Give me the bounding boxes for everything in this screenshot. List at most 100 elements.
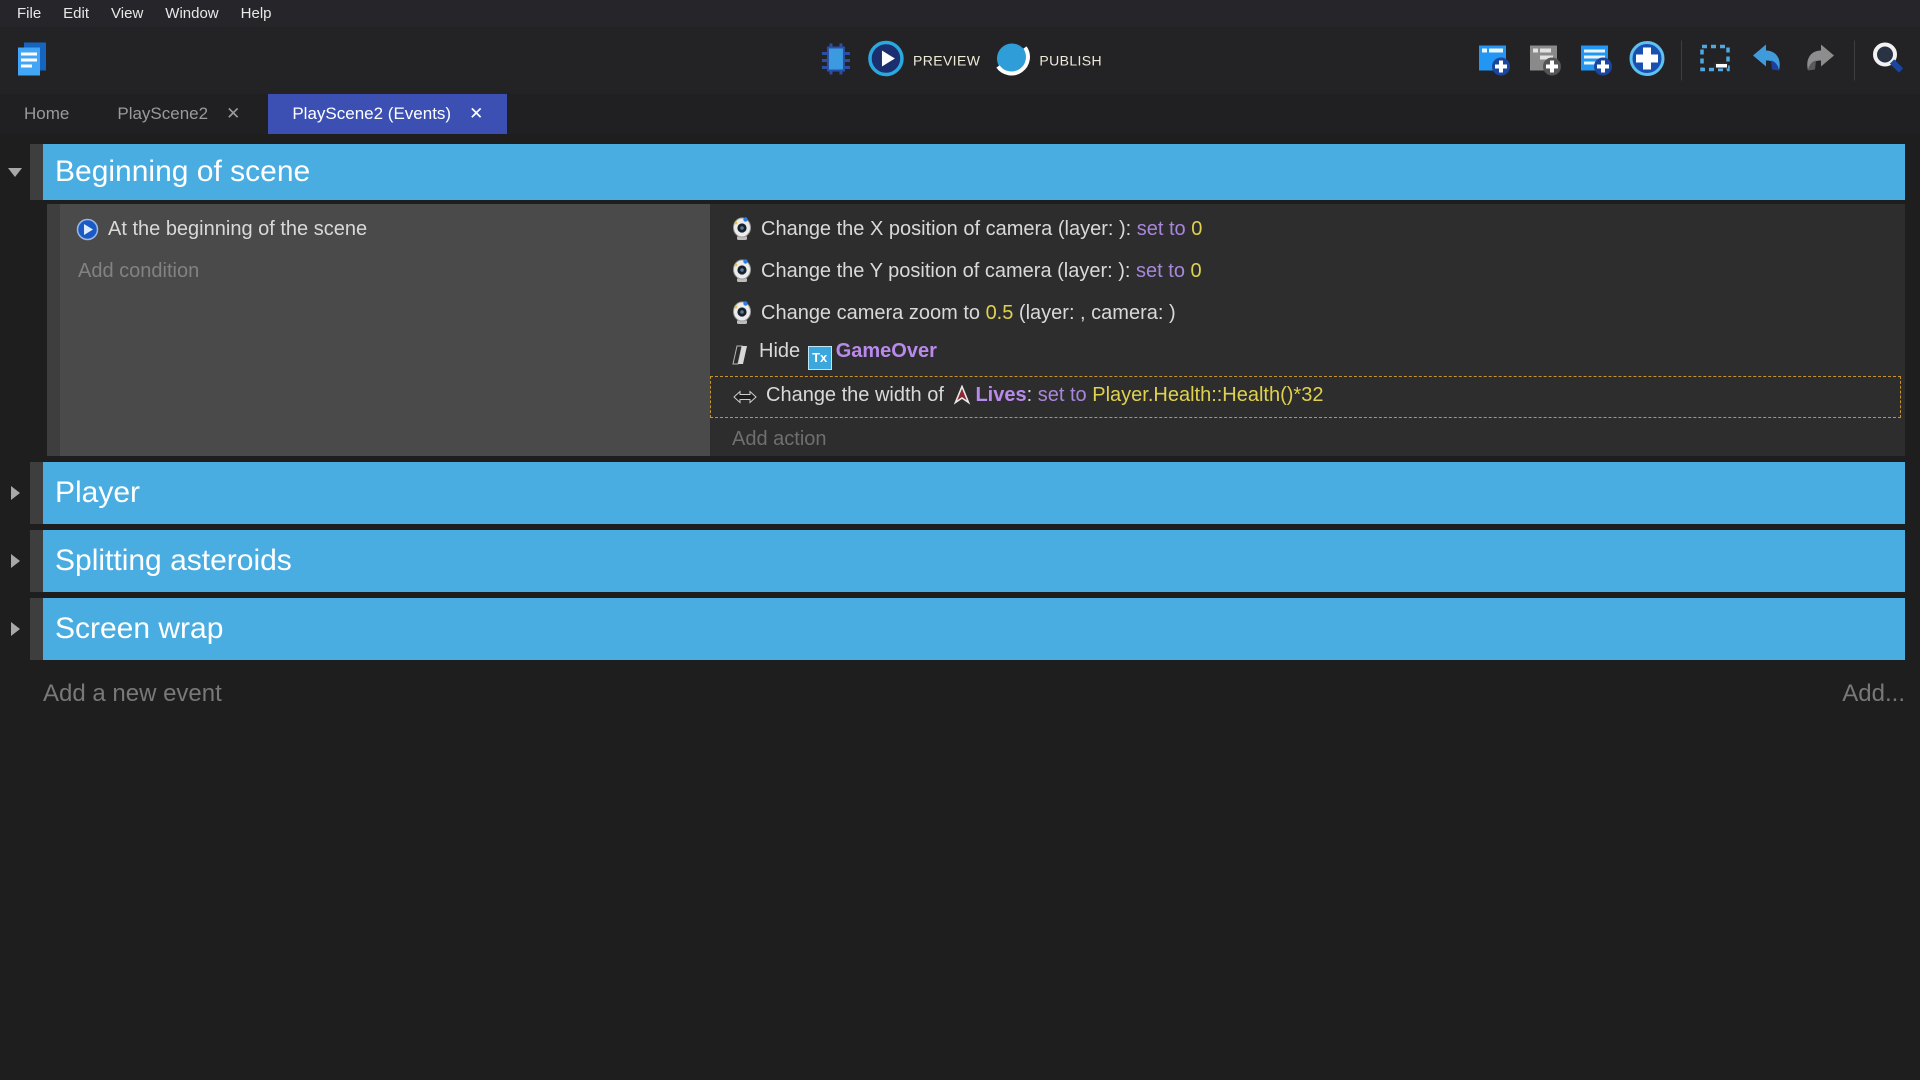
action-keyword: set to	[1137, 218, 1191, 240]
event-handle[interactable]	[47, 204, 60, 456]
menu-file[interactable]: File	[6, 0, 52, 27]
actions-panel[interactable]: Change the X position of camera (layer: …	[710, 204, 1905, 456]
add-more-button[interactable]: Add...	[1842, 680, 1905, 708]
group-title: Beginning of scene	[55, 155, 310, 189]
main-toolbar: PREVIEW PUBLISH	[0, 27, 1920, 94]
action-keyword: set to	[1038, 384, 1092, 406]
tab-bar: Home PlayScene2 ✕ PlayScene2 (Events) ✕	[0, 94, 1920, 134]
action-row-lives-width[interactable]: Change the width of Lives: set to Player…	[710, 376, 1901, 418]
events-sheet: Beginning of scene At the beginning of t…	[0, 134, 1920, 1080]
toolbar-separator	[1854, 41, 1855, 81]
group-handle[interactable]	[30, 462, 43, 524]
menu-bar: File Edit View Window Help	[0, 0, 1920, 27]
tab-playscene2[interactable]: PlayScene2 ✕	[93, 94, 264, 134]
action-value: 0.5	[986, 302, 1014, 324]
action-text: (layer: , camera: )	[1013, 302, 1175, 324]
tab-label: PlayScene2	[117, 104, 208, 124]
collapse-arrow-icon[interactable]	[8, 168, 22, 177]
expand-arrow-icon[interactable]	[11, 486, 20, 500]
camera-icon	[732, 217, 752, 242]
group-gutter	[0, 598, 30, 660]
tab-home[interactable]: Home	[0, 94, 93, 134]
group-title: Screen wrap	[55, 612, 223, 646]
tab-label: Home	[24, 104, 69, 124]
add-condition-button[interactable]: Add condition	[76, 250, 710, 292]
group-gutter	[0, 462, 30, 524]
group-header[interactable]: Screen wrap	[43, 598, 1905, 660]
event-group-beginning-of-scene: Beginning of scene	[0, 144, 1920, 200]
redo-icon[interactable]	[1801, 40, 1839, 81]
action-expression: Player.Health::Health()*32	[1092, 384, 1323, 406]
tab-label: PlayScene2 (Events)	[292, 104, 451, 124]
group-handle[interactable]	[30, 144, 43, 200]
preview-play-icon	[868, 40, 904, 81]
publish-label: PUBLISH	[1039, 53, 1102, 69]
action-text: Change the width of	[766, 384, 949, 406]
preview-label: PREVIEW	[913, 53, 980, 69]
delete-selection-icon[interactable]	[1697, 40, 1733, 81]
add-comment-icon[interactable]	[1577, 40, 1613, 81]
project-manager-icon[interactable]	[12, 38, 52, 83]
action-value: 0	[1191, 260, 1202, 282]
event-row: At the beginning of the scene Add condit…	[0, 204, 1920, 456]
menu-help[interactable]: Help	[230, 0, 283, 27]
group-header[interactable]: Splitting asteroids	[43, 530, 1905, 592]
add-new-event-button[interactable]: Add a new event	[43, 680, 222, 708]
action-text: Change the Y position of camera (layer: …	[761, 260, 1136, 282]
event-group-player: Player	[0, 462, 1920, 524]
add-event-icon[interactable]	[1475, 40, 1511, 81]
action-text: Change camera zoom to	[761, 302, 986, 324]
menu-edit[interactable]: Edit	[52, 0, 100, 27]
group-title: Player	[55, 476, 140, 510]
condition-row[interactable]: At the beginning of the scene	[76, 208, 710, 250]
action-text: :	[1027, 384, 1038, 406]
camera-icon	[732, 259, 752, 284]
search-icon[interactable]	[1870, 40, 1906, 81]
action-row-camera-zoom[interactable]: Change camera zoom to 0.5 (layer: , came…	[710, 292, 1901, 334]
debugger-icon[interactable]	[818, 40, 854, 81]
group-header[interactable]: Player	[43, 462, 1905, 524]
action-row-camera-y[interactable]: Change the Y position of camera (layer: …	[710, 250, 1901, 292]
undo-icon[interactable]	[1748, 40, 1786, 81]
conditions-panel[interactable]: At the beginning of the scene Add condit…	[60, 204, 710, 456]
tab-close-icon[interactable]: ✕	[469, 104, 483, 124]
add-plus-icon[interactable]	[1628, 39, 1666, 82]
action-text: Change the X position of camera (layer: …	[761, 218, 1137, 240]
object-name: Lives	[975, 384, 1026, 406]
group-gutter	[0, 144, 30, 200]
preview-button[interactable]: PREVIEW	[868, 40, 980, 81]
action-value: 0	[1191, 218, 1202, 240]
add-action-button[interactable]: Add action	[710, 418, 1905, 460]
group-title: Splitting asteroids	[55, 544, 292, 578]
group-gutter	[0, 530, 30, 592]
sheet-footer: Add a new event Add...	[0, 666, 1920, 708]
event-group-splitting-asteroids: Splitting asteroids	[0, 530, 1920, 592]
action-row-hide-gameover[interactable]: Hide TxGameOver	[710, 334, 1901, 376]
event-group-screen-wrap: Screen wrap	[0, 598, 1920, 660]
toolbar-separator	[1681, 41, 1682, 81]
expand-arrow-icon[interactable]	[11, 622, 20, 636]
publish-globe-icon	[994, 40, 1030, 81]
menu-view[interactable]: View	[100, 0, 154, 27]
tab-close-icon[interactable]: ✕	[226, 104, 240, 124]
camera-icon	[732, 301, 752, 326]
event-gutter	[0, 204, 30, 456]
resize-width-icon	[733, 389, 757, 405]
hide-icon	[732, 343, 750, 367]
expand-arrow-icon[interactable]	[11, 554, 20, 568]
action-row-camera-x[interactable]: Change the X position of camera (layer: …	[710, 208, 1901, 250]
tab-playscene2-events[interactable]: PlayScene2 (Events) ✕	[268, 94, 507, 134]
group-header[interactable]: Beginning of scene	[43, 144, 1905, 200]
condition-text: At the beginning of the scene	[108, 218, 367, 241]
group-handle[interactable]	[30, 530, 43, 592]
menu-window[interactable]: Window	[154, 0, 229, 27]
action-keyword: set to	[1136, 260, 1190, 282]
add-subevent-icon[interactable]	[1526, 40, 1562, 81]
event-indent	[30, 204, 47, 456]
scene-start-icon	[76, 218, 99, 241]
publish-button[interactable]: PUBLISH	[994, 40, 1102, 81]
text-object-icon: Tx	[808, 346, 832, 370]
ship-object-icon	[952, 385, 972, 411]
object-name: GameOver	[836, 340, 937, 362]
group-handle[interactable]	[30, 598, 43, 660]
